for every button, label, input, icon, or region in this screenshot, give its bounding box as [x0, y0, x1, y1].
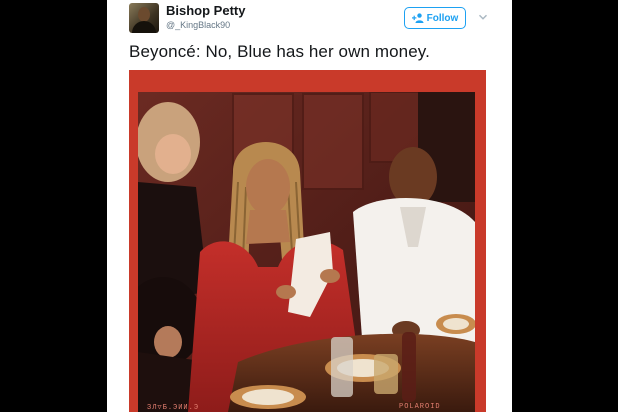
polaroid-film-code: ЗЛ▽Б.ЭИИ.Э — [147, 404, 200, 412]
follow-label: Follow — [426, 12, 459, 24]
avatar-face — [138, 7, 150, 22]
photo-illustration — [138, 92, 475, 412]
add-user-icon — [411, 13, 424, 23]
tweet-card: Bishop Petty @_KingBlack90 Follow Beyonc… — [107, 0, 512, 412]
chevron-down-icon[interactable] — [478, 12, 488, 22]
user-handle[interactable]: @_KingBlack90 — [166, 20, 230, 30]
follow-button[interactable]: Follow — [404, 7, 466, 29]
tweet-text: Beyoncé: No, Blue has her own money. — [129, 42, 430, 61]
tweet-photo[interactable] — [138, 92, 475, 412]
display-name[interactable]: Bishop Petty — [166, 3, 245, 18]
polaroid-frame — [129, 70, 486, 412]
avatar-shoulders — [132, 21, 156, 33]
avatar[interactable] — [129, 3, 159, 33]
polaroid-brand: POLAROID — [399, 403, 441, 411]
